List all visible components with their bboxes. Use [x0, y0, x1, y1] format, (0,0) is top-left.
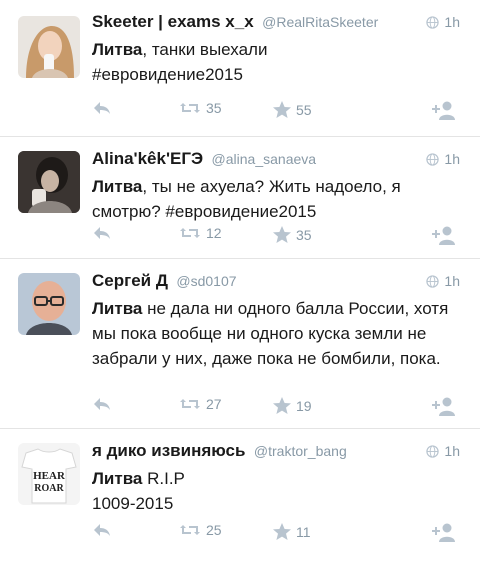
- globe-icon: [426, 15, 440, 29]
- globe-icon: [426, 274, 440, 288]
- favorite-button[interactable]: 11: [272, 522, 311, 542]
- favorite-star-icon: [273, 523, 291, 540]
- follow-icon: [432, 101, 455, 120]
- svg-text:HEAR: HEAR: [33, 470, 66, 482]
- tweet-item[interactable]: HEAR ROAR я дико извиняюсь @traktor_bang…: [0, 429, 480, 563]
- timestamp: 1h: [426, 269, 460, 293]
- reply-icon: [94, 524, 110, 536]
- follow-button[interactable]: [432, 225, 456, 245]
- follow-button[interactable]: [432, 522, 456, 542]
- retweet-button[interactable]: 25: [178, 522, 222, 538]
- favorite-count: 35: [296, 227, 312, 243]
- user-handle[interactable]: @traktor_bang: [254, 443, 347, 459]
- follow-button[interactable]: [432, 396, 456, 416]
- follow-icon: [432, 226, 455, 245]
- avatar[interactable]: [18, 16, 80, 78]
- retweet-count: 27: [206, 396, 222, 412]
- tweet-item[interactable]: Alina'kêk'ЕГЭ @alina_sanaeva 1h Литва, т…: [0, 137, 480, 259]
- retweet-icon: [180, 525, 200, 535]
- timestamp: 1h: [426, 439, 460, 463]
- tweet-text: Литва R.I.P 1009-2015: [92, 466, 466, 516]
- tweet-feed: Skeeter | exams x_x @RealRitaSkeeter 1h …: [0, 0, 480, 563]
- tweet-text: Литва не дала ни одного балла России, хо…: [92, 296, 466, 371]
- timestamp: 1h: [426, 147, 460, 171]
- tweet-item[interactable]: Skeeter | exams x_x @RealRitaSkeeter 1h …: [0, 0, 480, 137]
- retweet-icon: [180, 228, 200, 238]
- follow-icon: [432, 523, 455, 542]
- tweet-text: Литва, танки выехали #евровидение2015: [92, 37, 466, 87]
- avatar[interactable]: HEAR ROAR: [18, 443, 80, 505]
- timestamp: 1h: [426, 10, 460, 34]
- favorite-count: 19: [296, 398, 312, 414]
- retweet-icon: [180, 399, 200, 409]
- favorite-button[interactable]: 55: [272, 100, 312, 120]
- tweet-text: Литва, ты не ахуела? Жить надоело, я смо…: [92, 174, 466, 224]
- reply-icon: [94, 102, 110, 114]
- user-name[interactable]: я дико извиняюсь: [92, 441, 245, 460]
- tweet-text-rest: не дала ни одного балла России, хотя мы …: [92, 299, 449, 368]
- retweet-button[interactable]: 35: [178, 100, 222, 116]
- follow-icon: [432, 397, 455, 416]
- retweet-count: 12: [206, 225, 222, 241]
- retweet-button[interactable]: 27: [178, 396, 222, 412]
- favorite-button[interactable]: 19: [272, 396, 312, 416]
- reply-icon: [94, 227, 110, 239]
- retweet-count: 25: [206, 522, 222, 538]
- favorite-star-icon: [273, 397, 291, 414]
- reply-button[interactable]: [92, 522, 112, 538]
- globe-icon: [426, 152, 440, 166]
- tweet-bold-word: Литва: [92, 469, 143, 488]
- avatar[interactable]: [18, 273, 80, 335]
- favorite-star-icon: [273, 226, 291, 243]
- follow-button[interactable]: [432, 100, 456, 120]
- reply-button[interactable]: [92, 100, 112, 116]
- retweet-icon: [180, 103, 200, 113]
- user-handle[interactable]: @RealRitaSkeeter: [262, 14, 378, 30]
- globe-icon: [426, 444, 440, 458]
- avatar[interactable]: [18, 151, 80, 213]
- reply-icon: [94, 398, 110, 410]
- time-label: 1h: [444, 273, 460, 289]
- favorite-count: 11: [296, 524, 311, 540]
- user-name[interactable]: Сергей Д: [92, 271, 168, 290]
- retweet-button[interactable]: 12: [178, 225, 222, 241]
- favorite-star-icon: [273, 101, 291, 118]
- favorite-button[interactable]: 35: [272, 225, 312, 245]
- tweet-bold-word: Литва: [92, 299, 143, 318]
- svg-text:ROAR: ROAR: [34, 483, 64, 494]
- reply-button[interactable]: [92, 225, 112, 241]
- time-label: 1h: [444, 443, 460, 459]
- user-name[interactable]: Alina'kêk'ЕГЭ: [92, 149, 203, 168]
- user-handle[interactable]: @sd0107: [176, 273, 236, 289]
- user-name[interactable]: Skeeter | exams x_x: [92, 12, 254, 31]
- time-label: 1h: [444, 14, 460, 30]
- user-handle[interactable]: @alina_sanaeva: [212, 151, 317, 167]
- tweet-bold-word: Литва: [92, 177, 143, 196]
- tweet-item[interactable]: Сергей Д @sd0107 1h Литва не дала ни одн…: [0, 259, 480, 429]
- tweet-bold-word: Литва: [92, 40, 143, 59]
- favorite-count: 55: [296, 102, 312, 118]
- time-label: 1h: [444, 151, 460, 167]
- reply-button[interactable]: [92, 396, 112, 412]
- retweet-count: 35: [206, 100, 222, 116]
